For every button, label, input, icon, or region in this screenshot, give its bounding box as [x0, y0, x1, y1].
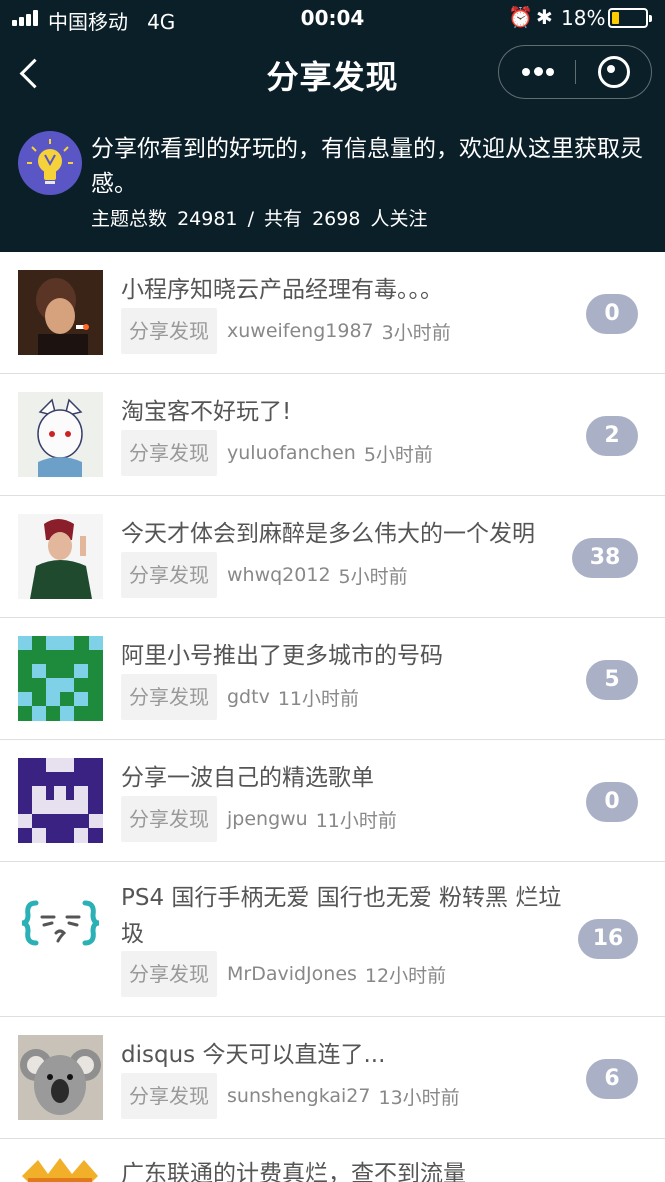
node-tag[interactable]: 分享发现: [121, 674, 217, 720]
post-meta: 分享发现 gdtv 11小时前: [121, 674, 359, 720]
avatar[interactable]: [18, 392, 103, 477]
post-time: 11小时前: [315, 809, 397, 832]
node-tag[interactable]: 分享发现: [121, 308, 217, 354]
post-meta: 分享发现 sunshengkai27 13小时前: [121, 1073, 460, 1119]
mini-program-capsule: [498, 45, 652, 99]
avatar[interactable]: [18, 636, 103, 721]
avatar[interactable]: [18, 881, 103, 966]
post-meta: 分享发现 whwq2012 5小时前: [121, 552, 408, 598]
author-name[interactable]: whwq2012: [227, 564, 331, 586]
post-title[interactable]: PS4 国行手柄无爱 国行也无爱 粉转黑 烂垃圾: [121, 880, 576, 952]
list-item[interactable]: 广东联通的计费真烂，查不到流量: [0, 1139, 665, 1182]
avatar[interactable]: [18, 514, 103, 599]
post-time: 12小时前: [364, 964, 447, 987]
node-tag[interactable]: 分享发现: [121, 430, 217, 476]
target-circle-icon[interactable]: [576, 46, 653, 98]
list-item[interactable]: disqus 今天可以直连了... 分享发现 sunshengkai27 13小…: [0, 1017, 665, 1139]
topic-stats: 主题总数 24981 / 共有 2698 人关注: [91, 204, 432, 231]
list-item[interactable]: 分享一波自己的精选歌单 分享发现 jpengwu 11小时前 0: [0, 740, 665, 862]
post-title[interactable]: 分享一波自己的精选歌单: [121, 760, 576, 796]
list-item[interactable]: 小程序知晓云产品经理有毒。。。 分享发现 xuweifeng1987 3小时前 …: [0, 252, 665, 374]
post-title[interactable]: disqus 今天可以直连了...: [121, 1037, 576, 1073]
post-title[interactable]: 阿里小号推出了更多城市的号码: [121, 638, 576, 674]
list-item[interactable]: 淘宝客不好玩了! 分享发现 yuluofanchen 5小时前 2: [0, 374, 665, 496]
post-title[interactable]: 今天才体会到麻醉是多么伟大的一个发明: [121, 516, 576, 552]
node-tag[interactable]: 分享发现: [121, 552, 217, 598]
bluetooth-icon: ✱: [536, 5, 553, 29]
author-name[interactable]: sunshengkai27: [227, 1085, 370, 1107]
post-title[interactable]: 淘宝客不好玩了!: [121, 394, 576, 430]
post-meta: 分享发现 yuluofanchen 5小时前: [121, 430, 433, 476]
lightbulb-icon: [18, 131, 82, 195]
post-meta: 分享发现 MrDavidJones 12小时前: [121, 951, 446, 997]
battery-percent: 18%: [561, 6, 606, 30]
reply-count-badge: 0: [586, 294, 638, 334]
reply-count-badge: 2: [586, 416, 638, 456]
status-bar: 中国移动 4G 00:04 ⏰ ✱ 18%: [0, 0, 665, 38]
list-item[interactable]: PS4 国行手柄无爱 国行也无爱 粉转黑 烂垃圾 分享发现 MrDavidJon…: [0, 862, 665, 1017]
followers-count: 2698: [312, 208, 361, 230]
alarm-icon: ⏰: [508, 5, 533, 29]
post-time: 11小时前: [277, 687, 360, 710]
author-name[interactable]: gdtv: [227, 686, 270, 708]
post-meta: 分享发现 jpengwu 11小时前: [121, 796, 397, 842]
followers-label: 共有: [264, 208, 303, 230]
post-title[interactable]: 小程序知晓云产品经理有毒。。。: [121, 272, 576, 308]
post-title[interactable]: 广东联通的计费真烂，查不到流量: [121, 1156, 576, 1182]
topic-list: 小程序知晓云产品经理有毒。。。 分享发现 xuweifeng1987 3小时前 …: [0, 252, 665, 1182]
author-name[interactable]: xuweifeng1987: [227, 320, 374, 342]
battery-icon: [608, 8, 652, 28]
node-tag[interactable]: 分享发现: [121, 1073, 217, 1119]
topic-description: 分享你看到的好玩的，有信息量的，欢迎从这里获取灵感。: [91, 136, 643, 197]
more-dots-icon[interactable]: [499, 46, 576, 98]
post-meta: 分享发现 xuweifeng1987 3小时前: [121, 308, 451, 354]
post-time: 13小时前: [378, 1086, 460, 1109]
post-time: 3小时前: [381, 321, 451, 344]
node-tag[interactable]: 分享发现: [121, 796, 217, 842]
header-area: 中国移动 4G 00:04 ⏰ ✱ 18% 分享发现 分享你看到的好玩的，有信息…: [0, 0, 665, 252]
avatar[interactable]: [18, 270, 103, 355]
list-item[interactable]: 今天才体会到麻醉是多么伟大的一个发明 分享发现 whwq2012 5小时前 38: [0, 496, 665, 618]
post-time: 5小时前: [363, 443, 433, 466]
list-item[interactable]: 阿里小号推出了更多城市的号码 分享发现 gdtv 11小时前 5: [0, 618, 665, 740]
avatar[interactable]: [18, 1156, 103, 1182]
followers-suffix: 人关注: [370, 208, 428, 230]
avatar[interactable]: [18, 758, 103, 843]
total-count: 24981: [177, 208, 238, 230]
node-tag[interactable]: 分享发现: [121, 951, 217, 997]
reply-count-badge: 6: [586, 1059, 638, 1099]
avatar[interactable]: [18, 1035, 103, 1120]
post-time: 5小时前: [338, 565, 408, 588]
author-name[interactable]: yuluofanchen: [227, 442, 356, 464]
reply-count-badge: 5: [586, 660, 638, 700]
stats-separator: /: [247, 208, 254, 230]
reply-count-badge: 0: [586, 782, 638, 822]
reply-count-badge: 38: [572, 538, 638, 578]
author-name[interactable]: jpengwu: [227, 808, 308, 830]
reply-count-badge: 16: [578, 919, 638, 959]
author-name[interactable]: MrDavidJones: [227, 963, 357, 985]
total-label: 主题总数: [91, 208, 168, 230]
